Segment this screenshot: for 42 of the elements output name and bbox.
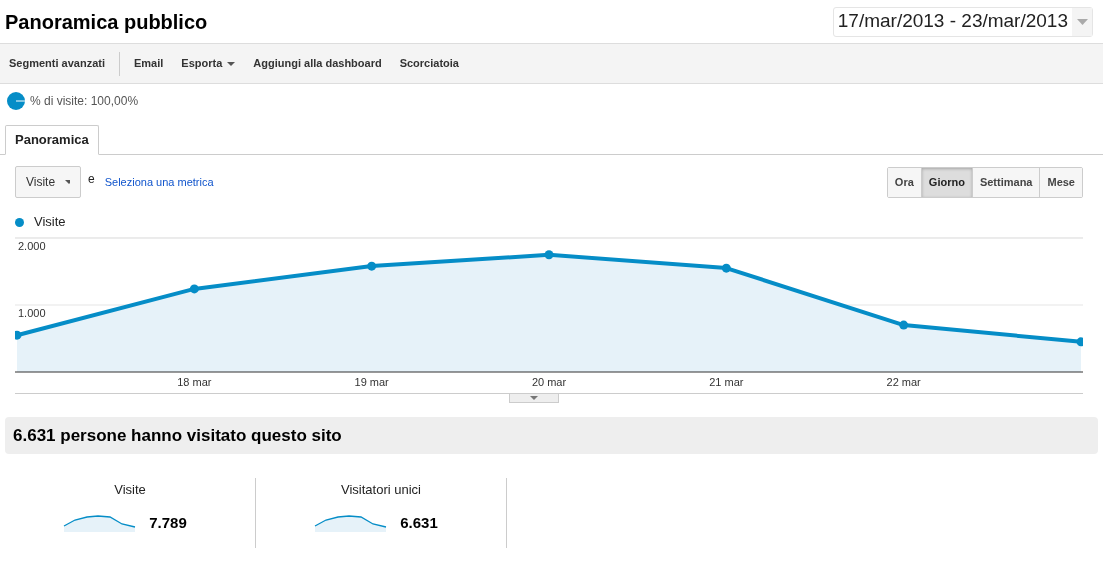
metric-dropdown[interactable]: Visite (15, 166, 81, 198)
page-title: Panoramica pubblico (5, 9, 208, 35)
x-axis-label: 18 mar (177, 376, 212, 388)
legend-label: Visite (34, 213, 66, 232)
caret-icon (65, 180, 70, 184)
dropdown-caret-icon (1076, 18, 1088, 25)
metric-label: Visitatori unici (341, 481, 421, 499)
metric-value: 6.631 (400, 512, 438, 533)
chart-resize-handle[interactable] (509, 394, 559, 403)
pie-icon (7, 92, 25, 110)
granularity-button[interactable]: Ora (887, 167, 921, 197)
toolbar-menu[interactable]: Esporta (181, 51, 236, 76)
select-metric-link[interactable]: Seleziona una metrica (104, 173, 214, 191)
segment-label: % di visite: 100,00% (30, 93, 139, 110)
tab[interactable]: Panoramica (5, 125, 99, 155)
caret-icon (227, 61, 236, 66)
x-axis-label: 21 mar (709, 376, 744, 388)
granularity-button[interactable]: Giorno (920, 167, 972, 197)
metric-label: Visite (114, 481, 146, 499)
caret-icon (530, 396, 538, 400)
toolbar-item[interactable]: Email (134, 51, 164, 76)
metric-value: 7.789 (149, 512, 187, 533)
data-point (1076, 337, 1083, 347)
data-point (544, 250, 554, 260)
toolbar-item[interactable]: Scorciatoia (399, 51, 459, 76)
data-point (899, 320, 909, 330)
x-axis-label: 22 mar (886, 376, 921, 388)
x-axis-label: 19 mar (354, 376, 389, 388)
date-range-picker[interactable]: 17/mar/2013 - 23/mar/2013 (832, 6, 1093, 37)
data-point (189, 284, 199, 294)
granularity-button[interactable]: Settimana (971, 167, 1040, 197)
data-point (367, 261, 377, 271)
x-axis-label: 20 mar (531, 376, 567, 388)
toolbar-item[interactable]: Aggiungi alla dashboard (253, 51, 382, 76)
summary-headline: 6.631 persone hanno visitato questo sito (13, 424, 342, 447)
data-point (15, 330, 22, 340)
conjunction-text: e (88, 171, 95, 188)
data-point (721, 263, 731, 273)
granularity-button[interactable]: Mese (1039, 167, 1082, 197)
y-axis-label: 1.000 (18, 307, 46, 319)
toolbar-item[interactable]: Segmenti avanzati (9, 51, 120, 76)
y-axis-label: 2.000 (18, 240, 46, 252)
